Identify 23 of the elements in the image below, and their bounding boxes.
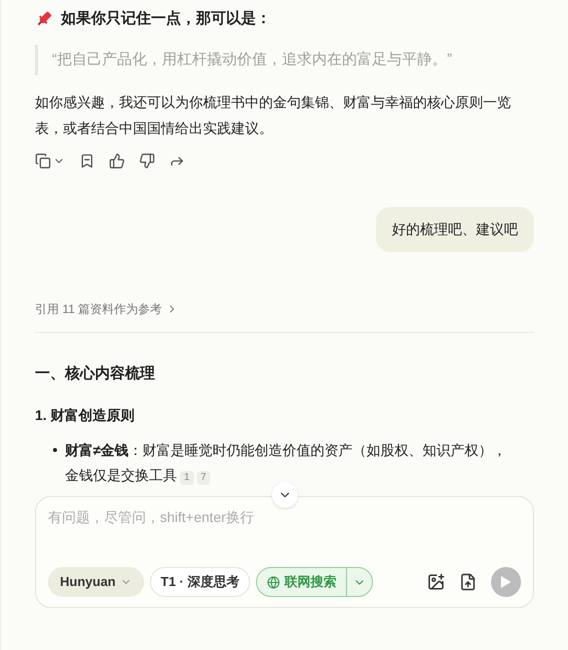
copy-button[interactable] <box>35 152 65 168</box>
mode-toggle[interactable]: T1 · 深度思考 <box>150 567 250 597</box>
quote-text: “把自己产品化，用杠杆撬动价值，追求内在的富足与平静。” <box>52 50 452 68</box>
thumbs-up-button[interactable] <box>109 152 125 168</box>
scroll-down-button[interactable] <box>272 482 298 508</box>
message-input[interactable]: 有问题，尽管问，shift+enter换行 <box>48 507 521 528</box>
copy-icon <box>35 152 51 168</box>
references-link[interactable]: 引用 11 篇资料作为参考 <box>35 300 178 318</box>
section-title: 一、核心内容梳理 <box>35 364 156 384</box>
bookmark-button[interactable] <box>79 152 95 168</box>
file-upload-button[interactable] <box>459 573 477 591</box>
user-message-bubble: 好的梳理吧、建议吧 <box>376 206 534 252</box>
answer-heading: 如果你只记住一点，那可以是： <box>61 9 271 29</box>
bullet-text: 财富≠金钱：财富是睡觉时仍能创造价值的资产（如股权、知识产权），金钱仅是交换工具 1 7 <box>65 441 508 487</box>
play-icon <box>500 575 512 589</box>
answer-paragraph: 如你感兴趣，我还可以为你梳理书中的金句集锦、财富与幸福的核心原则一览表，或者结合中国国情给出实践建议。 <box>35 92 512 138</box>
image-upload-button[interactable] <box>427 573 445 591</box>
globe-icon <box>267 576 280 588</box>
citation-badge[interactable]: 7 <box>196 471 210 485</box>
citation-badge[interactable]: 1 <box>180 471 194 485</box>
model-selector[interactable]: Hunyuan <box>48 567 144 597</box>
subsection-title: 1. 财富创造原则 <box>35 406 136 425</box>
thumbs-down-button[interactable] <box>139 152 155 168</box>
